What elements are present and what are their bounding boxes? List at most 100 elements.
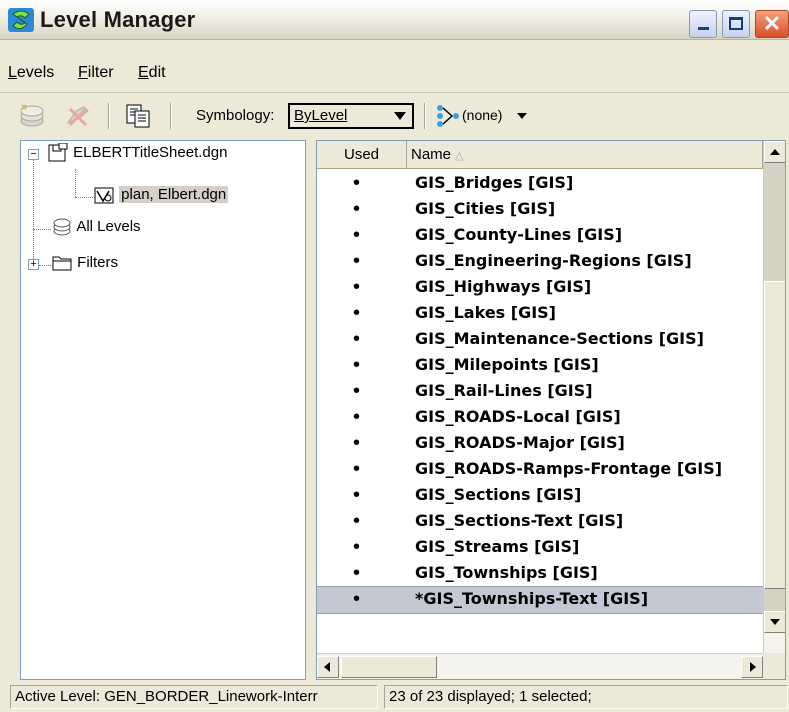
scroll-track[interactable] [764,163,785,281]
list-row[interactable]: • GIS_Sections-Text [GIS] [317,509,763,535]
title-bar[interactable]: Level Manager ✕ [0,0,789,40]
level-manager-window: Level Manager ✕ Levels Filter Edit Symbo… [0,0,789,712]
column-header-used[interactable]: Used [317,141,407,169]
tree-node-filters[interactable]: Filters [51,253,118,273]
horizontal-scroll-thumb[interactable] [341,656,437,678]
vertical-scrollbar[interactable] [763,141,785,653]
used-indicator: • [353,588,361,610]
filter-icon[interactable] [434,103,462,129]
scroll-left-button[interactable] [317,656,339,678]
folder-icon [52,256,72,271]
toolbar-separator [108,103,110,129]
scroll-up-button[interactable] [764,141,785,163]
list-row[interactable]: • GIS_ROADS-Local [GIS] [317,405,763,431]
menu-levels-accel: L [8,64,17,81]
list-row[interactable]: • GIS_Milepoints [GIS] [317,353,763,379]
list-row[interactable]: • GIS_Sections [GIS] [317,483,763,509]
tree-node-plan[interactable]: plan, Elbert.dgn [93,185,229,205]
scroll-thumb[interactable] [764,281,785,589]
list-row[interactable]: • GIS_Engineering-Regions [GIS] [317,249,763,275]
expand-icon[interactable]: + [28,259,39,270]
symbology-dropdown[interactable]: ByLevel [288,103,414,129]
close-icon: ✕ [762,11,782,36]
import-export-icon[interactable] [124,103,152,129]
level-name: GIS_ROADS-Major [GIS] [415,433,625,452]
menu-edit-label: dit [148,64,166,81]
minimize-button[interactable] [689,10,717,38]
selection-status: 23 of 23 displayed; 1 selected; [384,685,788,709]
used-indicator: • [353,250,361,272]
tree-connector [33,155,34,267]
column-header-name[interactable]: Name △ [407,141,763,169]
list-row[interactable]: • GIS_Bridges [GIS] [317,171,763,197]
list-row-selected[interactable]: • *GIS_Townships-Text [GIS] [317,586,764,614]
tree-node-plan-label: plan, Elbert.dgn [119,185,229,203]
level-name: GIS_ROADS-Local [GIS] [415,407,621,426]
list-row[interactable]: • GIS_Lakes [GIS] [317,301,763,327]
menu-levels[interactable]: Levels [8,64,54,82]
collapse-icon[interactable]: − [28,149,39,160]
status-bar: Active Level: GEN_BORDER_Linework-Interr… [0,682,789,712]
used-indicator: • [353,562,361,584]
scroll-right-button[interactable] [741,656,763,678]
list-row[interactable]: • GIS_ROADS-Major [GIS] [317,431,763,457]
used-indicator: • [353,510,361,532]
used-indicator: • [353,302,361,324]
list-row[interactable]: • GIS_County-Lines [GIS] [317,223,763,249]
menu-levels-label: evels [16,64,55,81]
tree-node-filters-label: Filters [77,253,119,271]
toolbar-separator [170,103,172,129]
used-indicator: • [353,198,361,220]
level-name: GIS_County-Lines [GIS] [415,225,623,244]
level-name: GIS_Townships [GIS] [415,563,598,582]
levels-icon [53,218,71,236]
tree-node-root[interactable]: ELBERTTitleSheet.dgn [47,142,227,163]
level-name: GIS_Bridges [GIS] [415,173,574,192]
used-indicator: • [353,536,361,558]
level-name: GIS_ROADS-Ramps-Frontage [GIS] [415,459,723,478]
list-row[interactable]: • GIS_Maintenance-Sections [GIS] [317,327,763,353]
document-icon [48,142,68,162]
maximize-button[interactable] [722,10,750,38]
list-row[interactable]: • GIS_Highways [GIS] [317,275,763,301]
chevron-down-icon[interactable] [517,113,527,119]
minimize-icon [698,27,709,30]
list-row[interactable]: • GIS_Rail-Lines [GIS] [317,379,763,405]
menu-edit-accel: E [138,64,149,81]
filter-dropdown-value[interactable]: (none) [462,107,502,123]
list-row[interactable]: • GIS_ROADS-Ramps-Frontage [GIS] [317,457,763,483]
level-name: GIS_Sections-Text [GIS] [415,511,624,530]
maximize-icon [729,17,743,30]
menu-filter[interactable]: Filter [78,64,114,82]
menu-edit[interactable]: Edit [138,64,166,82]
list-row[interactable]: • GIS_Townships [GIS] [317,561,763,587]
tree-connector [75,197,93,198]
used-indicator: • [353,224,361,246]
used-indicator: • [353,432,361,454]
sort-ascending-icon: △ [455,150,464,162]
list-row[interactable]: • GIS_Streams [GIS] [317,535,763,561]
scroll-down-button[interactable] [764,611,785,633]
list-row[interactable]: • GIS_Cities [GIS] [317,197,763,223]
arrow-up-icon [770,149,780,155]
tree-node-all-levels[interactable]: All Levels [51,217,141,237]
tree-connector [39,265,51,266]
level-name: *GIS_Townships-Text [GIS] [415,589,649,608]
close-button[interactable]: ✕ [755,10,789,38]
used-indicator: • [353,484,361,506]
symbology-value: ByLevel [294,107,348,124]
toolbar: Symbology: ByLevel (none) [0,92,789,132]
tree-node-all-levels-label: All Levels [76,217,141,235]
levels-list: Used Name △ • GIS_Bridges [GIS] • GIS_Citie… [316,140,786,680]
used-indicator: • [353,328,361,350]
used-indicator: • [353,458,361,480]
active-level-status: Active Level: GEN_BORDER_Linework-Interr [10,685,378,709]
new-level-icon[interactable] [18,103,46,129]
symbology-label: Symbology: [196,107,275,124]
arrow-left-icon [324,662,330,672]
horizontal-scrollbar[interactable] [317,653,763,679]
scroll-track[interactable] [764,589,785,611]
level-name: GIS_Milepoints [GIS] [415,355,599,374]
delete-level-icon[interactable] [64,103,92,129]
used-indicator: • [353,380,361,402]
